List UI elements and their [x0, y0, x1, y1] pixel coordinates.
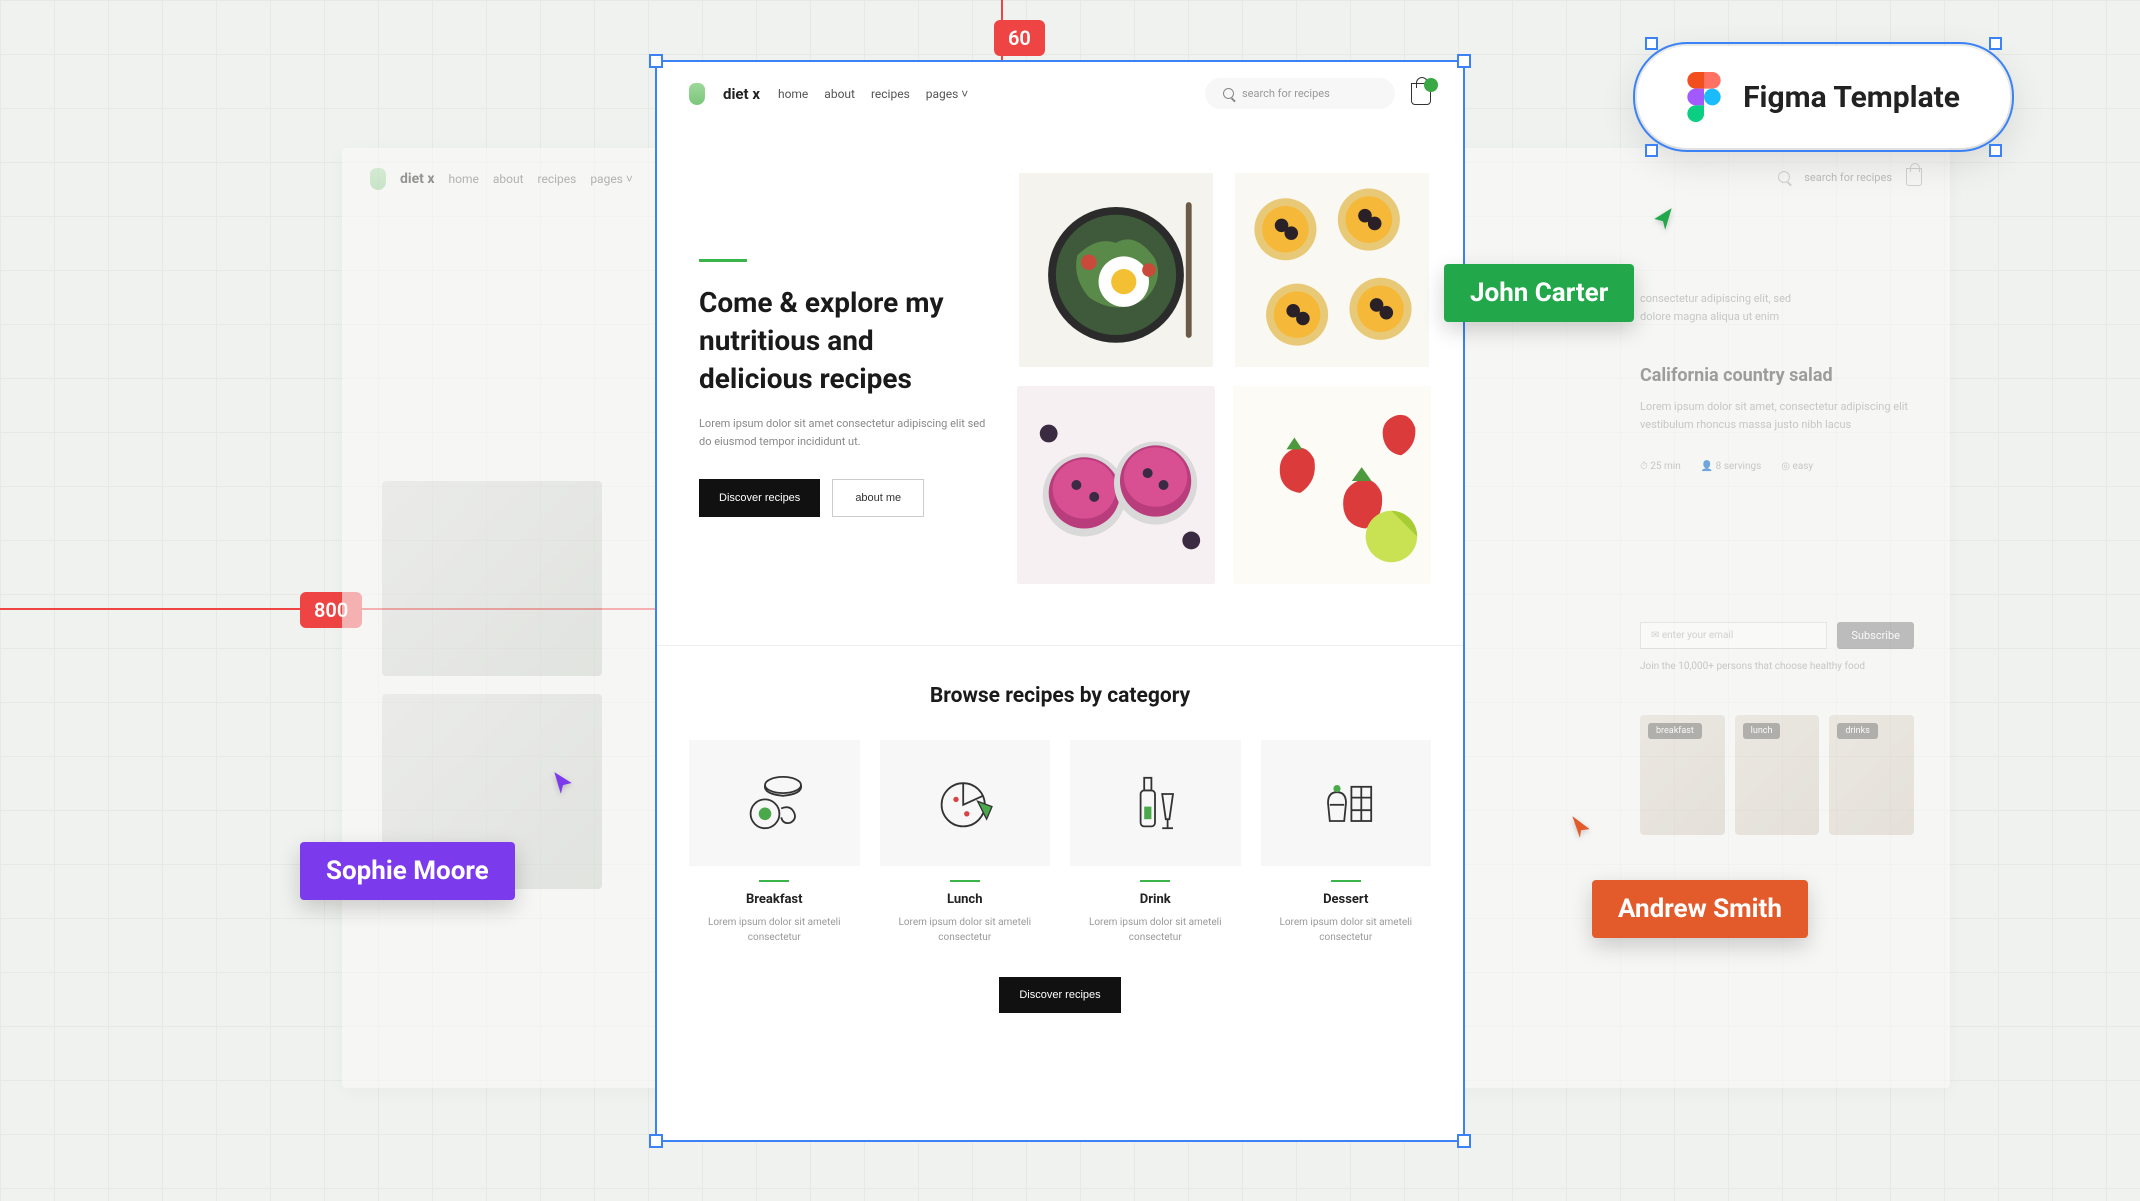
- cart-button[interactable]: [1411, 83, 1431, 105]
- hero-image-smoothies: [1017, 385, 1215, 585]
- nav-pages[interactable]: pages ˅: [926, 87, 969, 101]
- category-card-breakfast[interactable]: Breakfast Lorem ipsum dolor sit ameteli …: [689, 740, 860, 945]
- lunch-icon: [929, 767, 1001, 839]
- accent-dash: [699, 259, 747, 262]
- cart-icon: [1906, 168, 1922, 186]
- hero-body: Lorem ipsum dolor sit amet consectetur a…: [699, 415, 989, 450]
- main-nav: diet x home about recipes pages ˅ search…: [655, 60, 1465, 127]
- categories-discover-button[interactable]: Discover recipes: [999, 977, 1120, 1013]
- logo-text[interactable]: diet x: [723, 85, 760, 103]
- email-input: ✉ enter your email: [1640, 622, 1827, 649]
- search-icon: [1223, 88, 1234, 99]
- label-andrew: Andrew Smith: [1592, 880, 1808, 938]
- label-john: John Carter: [1444, 264, 1634, 322]
- search-input[interactable]: search for recipes: [1205, 78, 1395, 109]
- cursor-john: [1650, 206, 1676, 232]
- cursor-andrew: [1568, 814, 1594, 840]
- subscribe-button: Subscribe: [1837, 622, 1914, 649]
- discover-recipes-button[interactable]: Discover recipes: [699, 479, 820, 517]
- measure-badge-top: 60: [994, 20, 1045, 56]
- bg-right-title: California country salad: [1640, 365, 1914, 386]
- drink-icon: [1119, 767, 1191, 839]
- nav-recipes[interactable]: recipes: [871, 87, 910, 101]
- hero-image-tarts: [1233, 173, 1431, 367]
- nav-about[interactable]: about: [824, 87, 855, 101]
- logo-icon: [689, 83, 705, 105]
- hero-headline: Come & explore my nutritious and delicio…: [699, 284, 989, 397]
- hero-image-salad-egg: [1017, 173, 1215, 367]
- thumb-lunch: lunch: [1735, 715, 1820, 835]
- category-card-dessert[interactable]: Dessert Lorem ipsum dolor sit ameteli co…: [1261, 740, 1432, 945]
- dessert-icon: [1310, 767, 1382, 839]
- recipe-meta: ⏱ 25 min 👤 8 servings ◎ easy: [1640, 461, 1914, 472]
- categories-heading: Browse recipes by category: [689, 684, 1431, 708]
- nav-home[interactable]: home: [778, 87, 808, 101]
- search-placeholder: search for recipes: [1242, 87, 1330, 100]
- figma-logo-icon: [1687, 72, 1721, 122]
- cursor-sophie: [550, 770, 576, 796]
- bg-left-logo: diet x: [400, 171, 435, 187]
- label-sophie: Sophie Moore: [300, 842, 515, 900]
- about-me-button[interactable]: about me: [832, 479, 924, 517]
- figma-pill-label: Figma Template: [1743, 80, 1960, 115]
- breakfast-icon: [738, 767, 810, 839]
- thumb-breakfast: breakfast: [1640, 715, 1725, 835]
- thumb-drinks: drinks: [1829, 715, 1914, 835]
- hero-image-strawberries: [1233, 385, 1431, 585]
- main-frame-home[interactable]: diet x home about recipes pages ˅ search…: [655, 60, 1465, 1142]
- figma-template-badge[interactable]: Figma Template: [1637, 46, 2010, 148]
- category-card-lunch[interactable]: Lunch Lorem ipsum dolor sit ameteli cons…: [880, 740, 1051, 945]
- bg-left-image-1: [382, 481, 602, 676]
- category-card-drink[interactable]: Drink Lorem ipsum dolor sit ameteli cons…: [1070, 740, 1241, 945]
- search-icon: [1778, 171, 1790, 183]
- cart-badge: [1424, 78, 1438, 92]
